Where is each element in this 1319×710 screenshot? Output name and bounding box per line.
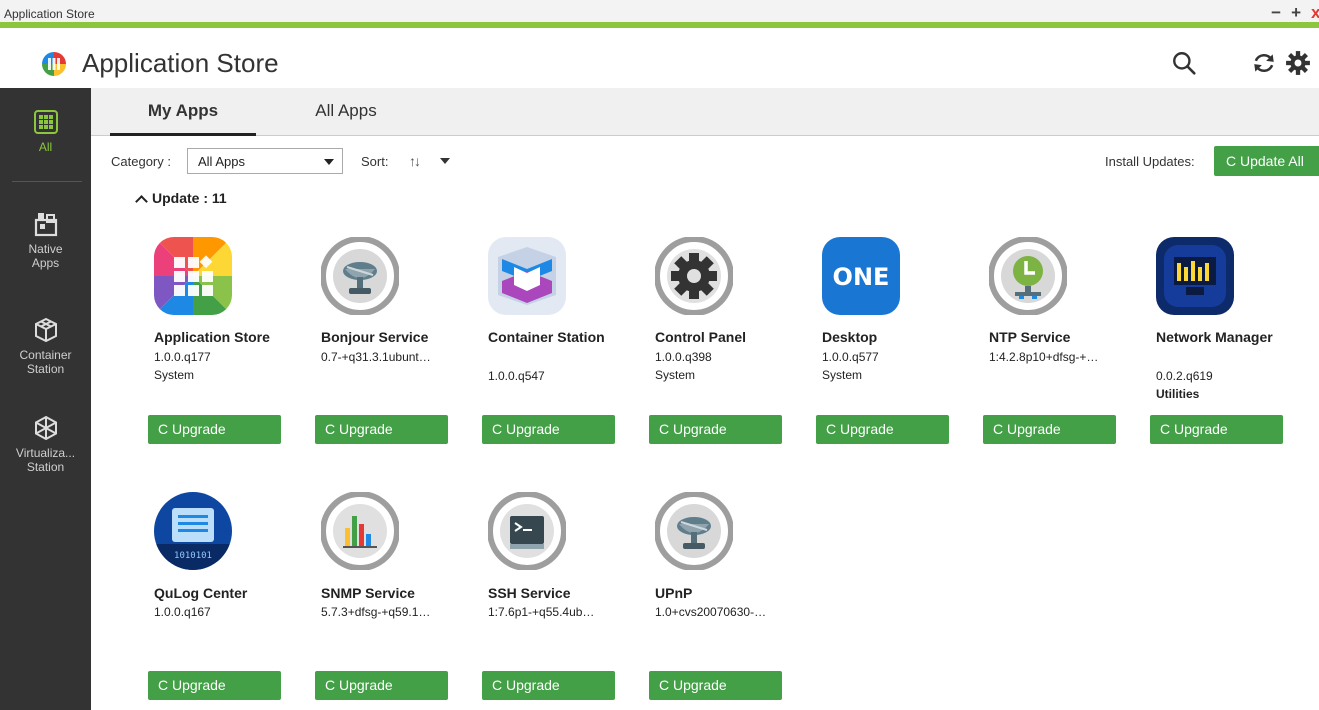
sidebar-item-all[interactable]: All [0,108,91,154]
app-name: NTP Service [989,329,1071,345]
qulog-icon-text: 1010101 [174,551,212,561]
terminal-icon [488,492,566,570]
app-version: 0.0.2.q619 [1156,369,1213,383]
update-all-button[interactable]: C Update All [1214,146,1319,176]
app-name: SNMP Service [321,585,415,601]
upgrade-button-network-manager[interactable]: C Upgrade [1150,415,1283,444]
upgrade-button-snmp-service[interactable]: C Upgrade [315,671,448,700]
satellite-dish-icon [321,237,399,315]
control-panel-gear-icon [655,237,733,315]
network-manager-icon [1156,237,1234,315]
refresh-icon[interactable] [1251,50,1277,76]
satellite-dish-icon [655,492,733,570]
app-name: Desktop [822,329,878,345]
upgrade-button-ntp-service[interactable]: C Upgrade [983,415,1116,444]
app-version: 5.7.3+dfsg-+q59.1… [321,605,431,619]
app-name: QuLog Center [154,585,248,601]
search-icon[interactable] [1171,50,1197,76]
sort-icon[interactable]: ↑↓ [409,153,421,169]
sidebar-item-container-station[interactable]: Container Station [0,316,91,376]
app-name: UPnP [655,585,693,601]
app-name: Network Manager [1156,329,1273,345]
close-button[interactable]: x [1311,4,1319,21]
container-icon [32,316,60,344]
tab-bar: My Apps All Apps [91,88,1319,136]
sort-chevron-down-icon[interactable] [440,158,450,164]
app-name: Container Station [488,329,605,345]
app-version: 1:4.2.8p10+dfsg-+… [989,350,1099,364]
app-version: 1.0.0.q167 [154,605,211,619]
tab-all-apps[interactable]: All Apps [286,88,406,136]
ntp-clock-icon [989,237,1067,315]
app-version: 0.7-+q31.3.1ubunt… [321,350,431,364]
app-category: System [154,368,195,382]
grid-icon [32,108,60,136]
app-category: System [655,368,696,382]
app-name: SSH Service [488,585,571,601]
sidebar-item-label: All [38,140,53,154]
update-section-title: Update : 11 [152,190,227,206]
app-name: Application Store [154,329,270,345]
category-select[interactable]: All Apps [187,148,343,174]
tab-my-apps[interactable]: My Apps [110,88,256,136]
app-version: 1.0.0.q577 [822,350,879,364]
app-category: Utilities [1156,387,1200,401]
app-header: Application Store [0,34,1319,88]
update-section-toggle[interactable]: Update : 11 [135,190,227,208]
category-select-value: All Apps [198,154,245,169]
sidebar-item-label: Virtualiza... Station [15,446,76,474]
upgrade-button-qulog-center[interactable]: C Upgrade [148,671,281,700]
sidebar-divider [12,181,82,182]
category-label: Category : [111,154,171,169]
app-version: 1.0.0.q177 [154,350,211,364]
app-name: Bonjour Service [321,329,429,345]
app-name: Control Panel [655,329,747,345]
container-station-icon [488,237,566,315]
app-category: System [822,368,863,382]
filter-bar: Category : All Apps Sort: ↑↓ Install Upd… [91,136,1319,186]
chevron-up-icon [135,195,148,208]
maximize-button[interactable]: + [1291,4,1301,21]
sidebar-item-native-apps[interactable]: Native Apps [0,210,91,270]
window-titlebar: Application Store − + x [0,0,1319,28]
sidebar-item-label: Native Apps [28,242,63,270]
sidebar: All Native Apps Container Station Virtua… [0,88,91,710]
sort-label: Sort: [361,154,389,169]
app-version: 1.0.0.q547 [488,369,545,383]
sidebar-item-virtualization-station[interactable]: Virtualiza... Station [0,414,91,474]
sidebar-item-label: Container Station [19,348,72,376]
app-version: 1.0.0.q398 [655,350,712,364]
upgrade-button-container-station[interactable]: C Upgrade [482,415,615,444]
upgrade-button-bonjour-service[interactable]: C Upgrade [315,415,448,444]
app-store-icon [154,237,232,315]
window-title: Application Store [4,7,95,21]
qulog-icon: 1010101 [154,492,232,570]
chevron-down-icon [324,159,334,165]
desktop-icon: ONE [822,237,900,315]
install-updates-label: Install Updates: [1105,154,1195,169]
upgrade-button-control-panel[interactable]: C Upgrade [649,415,782,444]
gear-icon[interactable] [1285,50,1311,76]
native-apps-icon [32,210,60,238]
upgrade-button-upnp[interactable]: C Upgrade [649,671,782,700]
app-version: 1:7.6p1-+q55.4ub… [488,605,595,619]
app-store-logo-icon [42,52,66,76]
page-title: Application Store [82,48,279,78]
virtualization-icon [32,414,60,442]
bar-chart-icon [321,492,399,570]
app-version: 1.0+cvs20070630-… [655,605,767,619]
minimize-button[interactable]: − [1271,4,1281,21]
upgrade-button-ssh-service[interactable]: C Upgrade [482,671,615,700]
desktop-icon-text: ONE [833,263,890,291]
upgrade-button-application-store[interactable]: C Upgrade [148,415,281,444]
upgrade-button-desktop[interactable]: C Upgrade [816,415,949,444]
